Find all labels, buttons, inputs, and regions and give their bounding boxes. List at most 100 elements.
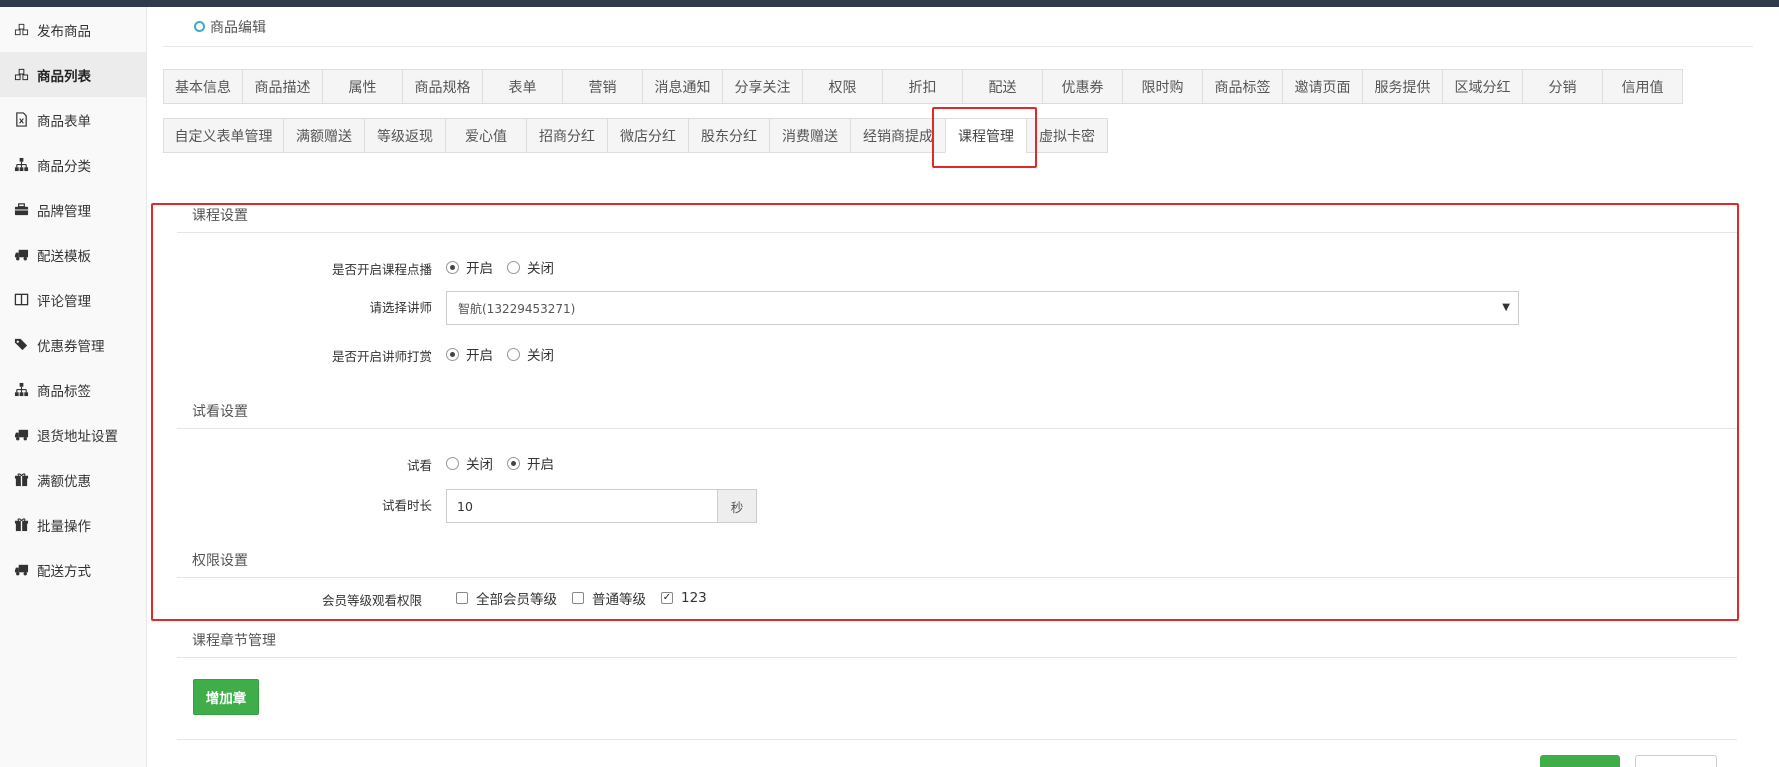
- duration-unit: 秒: [718, 489, 757, 523]
- briefcase-icon: [13, 202, 29, 218]
- trial-option-on[interactable]: 开启: [507, 453, 554, 473]
- member-level-checks: 全部会员等级 普通等级 ✓ 123: [456, 588, 722, 608]
- sidebar-item-label: 商品标签: [37, 383, 91, 400]
- excel-file-icon: [13, 112, 29, 128]
- radio-off[interactable]: [507, 260, 520, 274]
- tab-form[interactable]: 表单: [482, 69, 563, 104]
- tab-course-management[interactable]: 课程管理: [945, 118, 1027, 153]
- section-title: 试看设置: [192, 404, 248, 420]
- sidebar-item-label: 商品分类: [37, 158, 91, 175]
- sidebar-item-goods-tags[interactable]: 商品标签: [0, 367, 146, 412]
- sidebar-item-return-address[interactable]: 退货地址设置: [0, 412, 146, 457]
- tab-delivery[interactable]: 配送: [962, 69, 1043, 104]
- sidebar-item-label: 批量操作: [37, 518, 91, 535]
- add-chapter-button[interactable]: 增加章: [193, 679, 259, 715]
- sidebar-item-brand-management[interactable]: 品牌管理: [0, 187, 146, 232]
- sidebar-item-publish-goods[interactable]: 发布商品: [0, 7, 146, 52]
- tab-service[interactable]: 服务提供: [1362, 69, 1443, 104]
- sidebar-item-goods-form[interactable]: 商品表单: [0, 97, 146, 142]
- reward-option-off[interactable]: 关闭: [507, 344, 554, 364]
- tab-coupon[interactable]: 优惠券: [1042, 69, 1123, 104]
- duration-input[interactable]: [446, 489, 718, 523]
- sidebar-item-label: 评论管理: [37, 293, 91, 310]
- tab-microshop-dividend[interactable]: 微店分红: [607, 118, 689, 153]
- tab-flash-sale[interactable]: 限时购: [1122, 69, 1203, 104]
- sidebar-item-shipping-template[interactable]: 配送模板: [0, 232, 146, 277]
- gift-icon: [13, 517, 29, 533]
- sidebar-item-full-discount[interactable]: 满额优惠: [0, 457, 146, 502]
- section-chapter-management: 课程章节管理: [177, 623, 1737, 658]
- reward-radio-group: 开启 关闭: [446, 344, 568, 364]
- tab-attributes[interactable]: 属性: [322, 69, 403, 104]
- sidebar-item-coupon-management[interactable]: 优惠券管理: [0, 322, 146, 367]
- trial-radio-group: 关闭 开启: [446, 453, 568, 473]
- lecturer-selected-value: 智航(13229453271): [458, 301, 576, 316]
- circle-icon: [194, 21, 205, 32]
- vod-option-off[interactable]: 关闭: [507, 257, 554, 277]
- caret-down-icon: ▼: [1502, 302, 1510, 313]
- sidebar-item-label: 优惠券管理: [37, 338, 105, 355]
- tab-custom-form[interactable]: 自定义表单管理: [163, 118, 284, 153]
- tab-notification[interactable]: 消息通知: [642, 69, 723, 104]
- trial-option-off[interactable]: 关闭: [446, 453, 493, 473]
- checkbox-unchecked[interactable]: [456, 592, 468, 604]
- radio-on[interactable]: [446, 347, 459, 361]
- tab-distribution[interactable]: 分销: [1522, 69, 1603, 104]
- tab-goods-tags[interactable]: 商品标签: [1202, 69, 1283, 104]
- tags-icon: [13, 337, 29, 353]
- tab-love-value[interactable]: 爱心值: [445, 118, 527, 153]
- sidebar-item-batch-operation[interactable]: 批量操作: [0, 502, 146, 547]
- tab-shareholder-dividend[interactable]: 股东分红: [688, 118, 770, 153]
- sidebar-item-label: 发布商品: [37, 23, 91, 40]
- section-title: 课程章节管理: [192, 633, 276, 649]
- checkbox-checked[interactable]: ✓: [661, 592, 673, 604]
- tab-dealer-commission[interactable]: 经销商提成: [850, 118, 946, 153]
- duration-input-group: 秒: [446, 489, 757, 523]
- checkbox-unchecked[interactable]: [572, 592, 584, 604]
- radio-on[interactable]: [446, 260, 459, 274]
- tab-merchant-dividend[interactable]: 招商分红: [526, 118, 608, 153]
- tab-level-cashback[interactable]: 等级返现: [364, 118, 446, 153]
- vod-radio-group: 开启 关闭: [446, 257, 568, 277]
- sidebar-item-label: 配送方式: [37, 563, 91, 580]
- radio-off[interactable]: [507, 347, 520, 361]
- sidebar-item-label: 商品列表: [37, 68, 91, 85]
- level-normal[interactable]: 普通等级: [572, 588, 646, 608]
- tab-consumption-gift[interactable]: 消费赠送: [769, 118, 851, 153]
- tab-full-gift[interactable]: 满额赠送: [283, 118, 365, 153]
- level-123[interactable]: ✓ 123: [661, 590, 707, 606]
- truck-icon: [13, 562, 29, 578]
- sidebar-item-label: 商品表单: [37, 113, 91, 130]
- duration-label: 试看时长: [381, 498, 432, 513]
- tab-spec[interactable]: 商品规格: [402, 69, 483, 104]
- tab-discount[interactable]: 折扣: [882, 69, 963, 104]
- radio-off[interactable]: [446, 456, 459, 470]
- radio-on[interactable]: [507, 456, 520, 470]
- tab-permission[interactable]: 权限: [802, 69, 883, 104]
- tab-basic-info[interactable]: 基本信息: [163, 69, 243, 104]
- tab-area-dividend[interactable]: 区域分红: [1442, 69, 1523, 104]
- member-level-label: 会员等级观看权限: [321, 593, 422, 608]
- sidebar-item-review-management[interactable]: 评论管理: [0, 277, 146, 322]
- tab-credit[interactable]: 信用值: [1602, 69, 1683, 104]
- vod-option-on[interactable]: 开启: [446, 257, 493, 277]
- sidebar: 发布商品 商品列表 商品表单 商品分类 品牌管理 配送模板 评论管理 优惠券管理…: [0, 7, 147, 767]
- submit-button[interactable]: [1540, 755, 1620, 767]
- sidebar-item-label: 品牌管理: [37, 203, 91, 220]
- sidebar-item-goods-category[interactable]: 商品分类: [0, 142, 146, 187]
- page-title: 商品编辑: [210, 19, 266, 36]
- lecturer-select[interactable]: 智航(13229453271) ▼: [446, 291, 1519, 325]
- trial-label: 试看: [406, 458, 432, 473]
- sidebar-item-shipping-method[interactable]: 配送方式: [0, 547, 146, 592]
- sidebar-item-label: 退货地址设置: [37, 428, 118, 445]
- tab-invite-page[interactable]: 邀请页面: [1282, 69, 1363, 104]
- divider: [177, 739, 1737, 740]
- reward-option-on[interactable]: 开启: [446, 344, 493, 364]
- tab-share[interactable]: 分享关注: [722, 69, 803, 104]
- tab-description[interactable]: 商品描述: [242, 69, 323, 104]
- tab-virtual-card[interactable]: 虚拟卡密: [1026, 118, 1108, 153]
- level-all[interactable]: 全部会员等级: [456, 588, 557, 608]
- tab-marketing[interactable]: 营销: [562, 69, 643, 104]
- sidebar-item-goods-list[interactable]: 商品列表: [0, 52, 146, 97]
- back-button[interactable]: [1635, 755, 1717, 767]
